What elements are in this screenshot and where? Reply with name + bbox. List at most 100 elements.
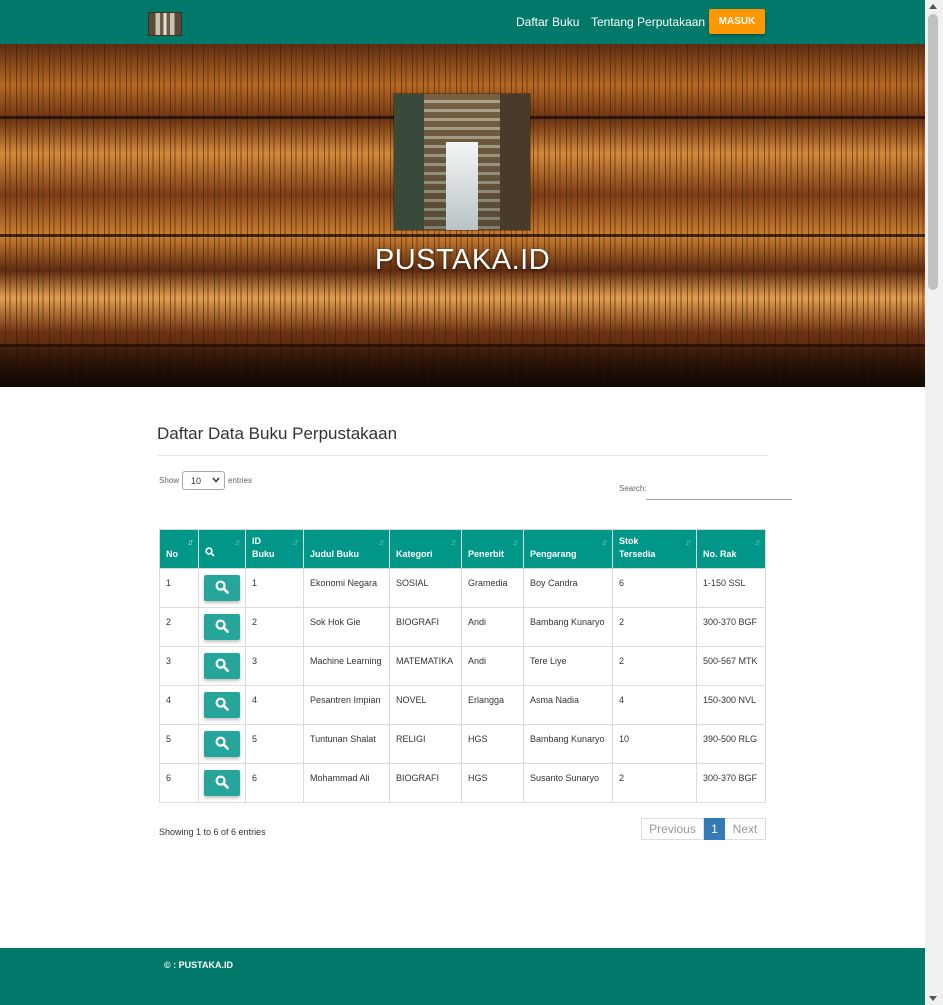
cell-stok: 4: [612, 685, 697, 725]
sort-icon: ↓↑: [450, 537, 457, 547]
cell-view: [198, 763, 246, 803]
table-row: 2 2 Sok Hok Gie BIOGRAFI Andi Bambang Kunaryo…: [159, 607, 766, 647]
section-title: Daftar Data Buku Perpustakaan: [157, 424, 398, 443]
column-header-judul-buku[interactable]: Judul Buku ↓↑: [303, 529, 390, 569]
search-icon: [215, 735, 229, 753]
column-header-label: Pengarang: [530, 549, 577, 559]
cell-view: [198, 685, 246, 725]
nav-link-daftar-buku[interactable]: Daftar Buku: [516, 15, 579, 29]
cell-rak: 300-370 BGF: [696, 607, 766, 647]
search-input[interactable]: [646, 478, 792, 500]
page-footer: © : PUSTAKA.ID: [0, 948, 925, 1005]
sort-icon: ↓↑: [601, 537, 608, 547]
scroll-thumb[interactable]: [928, 14, 938, 290]
table-info: Showing 1 to 6 of 6 entries: [159, 827, 266, 837]
cell-no: 2: [159, 607, 199, 647]
view-book-button[interactable]: [204, 614, 240, 640]
table-row: 3 3 Machine Learning MATEMATIKA Andi Tere Liy…: [159, 646, 766, 686]
cell-judul: Sok Hok Gie: [303, 607, 390, 647]
view-book-button[interactable]: [204, 692, 240, 718]
hero-library-photo: [394, 94, 530, 230]
cell-pengarang: Susanto Sunaryo: [523, 763, 613, 803]
sort-icon: ↓↑: [187, 537, 194, 547]
view-book-button[interactable]: [204, 770, 240, 796]
cell-penerbit: Erlangga: [461, 685, 524, 725]
hero-banner: PUSTAKA.ID: [0, 44, 925, 387]
cell-id: 3: [245, 646, 304, 686]
cell-id: 5: [245, 724, 304, 764]
cell-penerbit: HGS: [461, 724, 524, 764]
cell-id: 2: [245, 607, 304, 647]
column-header-no[interactable]: No ↓↑: [159, 529, 199, 569]
search-icon: [215, 579, 229, 597]
view-book-button[interactable]: [204, 731, 240, 757]
search-icon: [215, 696, 229, 714]
column-header-label: No. Rak: [703, 549, 737, 559]
cell-kategori: MATEMATIKA: [389, 646, 462, 686]
table-header-row: No ↓↑ ↓↑ ID Buku ↓↑ Judul Buku ↓↑ Kategori ↓↑ Pen…: [159, 529, 766, 569]
cell-id: 6: [245, 763, 304, 803]
cell-stok: 2: [612, 607, 697, 647]
cell-stok: 10: [612, 724, 697, 764]
cell-rak: 150-300 NVL: [696, 685, 766, 725]
cell-stok: 6: [612, 568, 697, 608]
library-logo[interactable]: [148, 12, 182, 36]
cell-view: [198, 724, 246, 764]
scroll-down-arrow-icon[interactable]: [929, 996, 937, 1001]
entries-select-value: 10: [191, 475, 202, 486]
cell-pengarang: Bambang Kunaryo: [523, 607, 613, 647]
page-scrollbar[interactable]: [925, 0, 943, 1005]
books-table: No ↓↑ ↓↑ ID Buku ↓↑ Judul Buku ↓↑ Kategori ↓↑ Pen…: [159, 529, 766, 803]
cell-penerbit: Gramedia: [461, 568, 524, 608]
search-icon: [215, 657, 229, 675]
cell-stok: 2: [612, 646, 697, 686]
login-button[interactable]: MASUK: [709, 9, 765, 34]
cell-judul: Pesantren Impian: [303, 685, 390, 725]
cell-view: [198, 568, 246, 608]
search-icon: [215, 774, 229, 792]
sort-icon: ↓↑: [292, 537, 299, 547]
sort-icon: ↓↑: [685, 537, 692, 547]
table-row: 4 4 Pesantren Impian NOVEL Erlangga Asma Nadi…: [159, 685, 766, 725]
cell-pengarang: Tere Liye: [523, 646, 613, 686]
cell-judul: Tuntunan Shalat: [303, 724, 390, 764]
cell-rak: 500-567 MTK: [696, 646, 766, 686]
sort-icon: ↓↑: [512, 537, 519, 547]
cell-no: 1: [159, 568, 199, 608]
search-icon: [215, 618, 229, 636]
column-header-kategori[interactable]: Kategori ↓↑: [389, 529, 462, 569]
column-header-pengarang[interactable]: Pengarang ↓↑: [523, 529, 613, 569]
view-book-button[interactable]: [204, 653, 240, 679]
cell-view: [198, 607, 246, 647]
cell-id: 1: [245, 568, 304, 608]
column-header-label: Stok Tersedia: [619, 536, 656, 559]
column-header-label: Penerbit: [468, 549, 505, 559]
cell-rak: 1-150 SSL: [696, 568, 766, 608]
cell-pengarang: Boy Candra: [523, 568, 613, 608]
table-row: 1 1 Ekonomi Negara SOSIAL Gramedia Boy Candra…: [159, 568, 766, 608]
column-header-no-rak[interactable]: No. Rak ↓↑: [696, 529, 766, 569]
top-navbar: Daftar Buku Tentang Perputakaan MASUK: [0, 0, 925, 44]
pagination-previous-button[interactable]: Previous: [641, 818, 704, 840]
cell-pengarang: Asma Nadia: [523, 685, 613, 725]
entries-select[interactable]: 10: [182, 471, 225, 490]
view-book-button[interactable]: [204, 575, 240, 601]
column-header-label: ID Buku: [252, 536, 275, 559]
scroll-up-arrow-icon[interactable]: [929, 4, 937, 9]
pagination-page-1[interactable]: 1: [704, 818, 725, 840]
column-header-stok-tersedia[interactable]: Stok Tersedia ↓↑: [612, 529, 697, 569]
cell-judul: Ekonomi Negara: [303, 568, 390, 608]
cell-kategori: BIOGRAFI: [389, 763, 462, 803]
show-label: Show: [159, 476, 180, 485]
column-header-view[interactable]: ↓↑: [198, 529, 246, 569]
copyright-text: © : PUSTAKA.ID: [164, 960, 233, 970]
pagination-next-button[interactable]: Next: [725, 818, 766, 840]
column-header-penerbit[interactable]: Penerbit ↓↑: [461, 529, 524, 569]
column-header-label: No: [166, 549, 178, 559]
cell-no: 5: [159, 724, 199, 764]
cell-kategori: RELIGI: [389, 724, 462, 764]
entries-label: entries: [228, 476, 253, 485]
cell-id: 4: [245, 685, 304, 725]
nav-link-tentang-perputakaan[interactable]: Tentang Perputakaan: [591, 15, 705, 29]
column-header-id-buku[interactable]: ID Buku ↓↑: [245, 529, 304, 569]
